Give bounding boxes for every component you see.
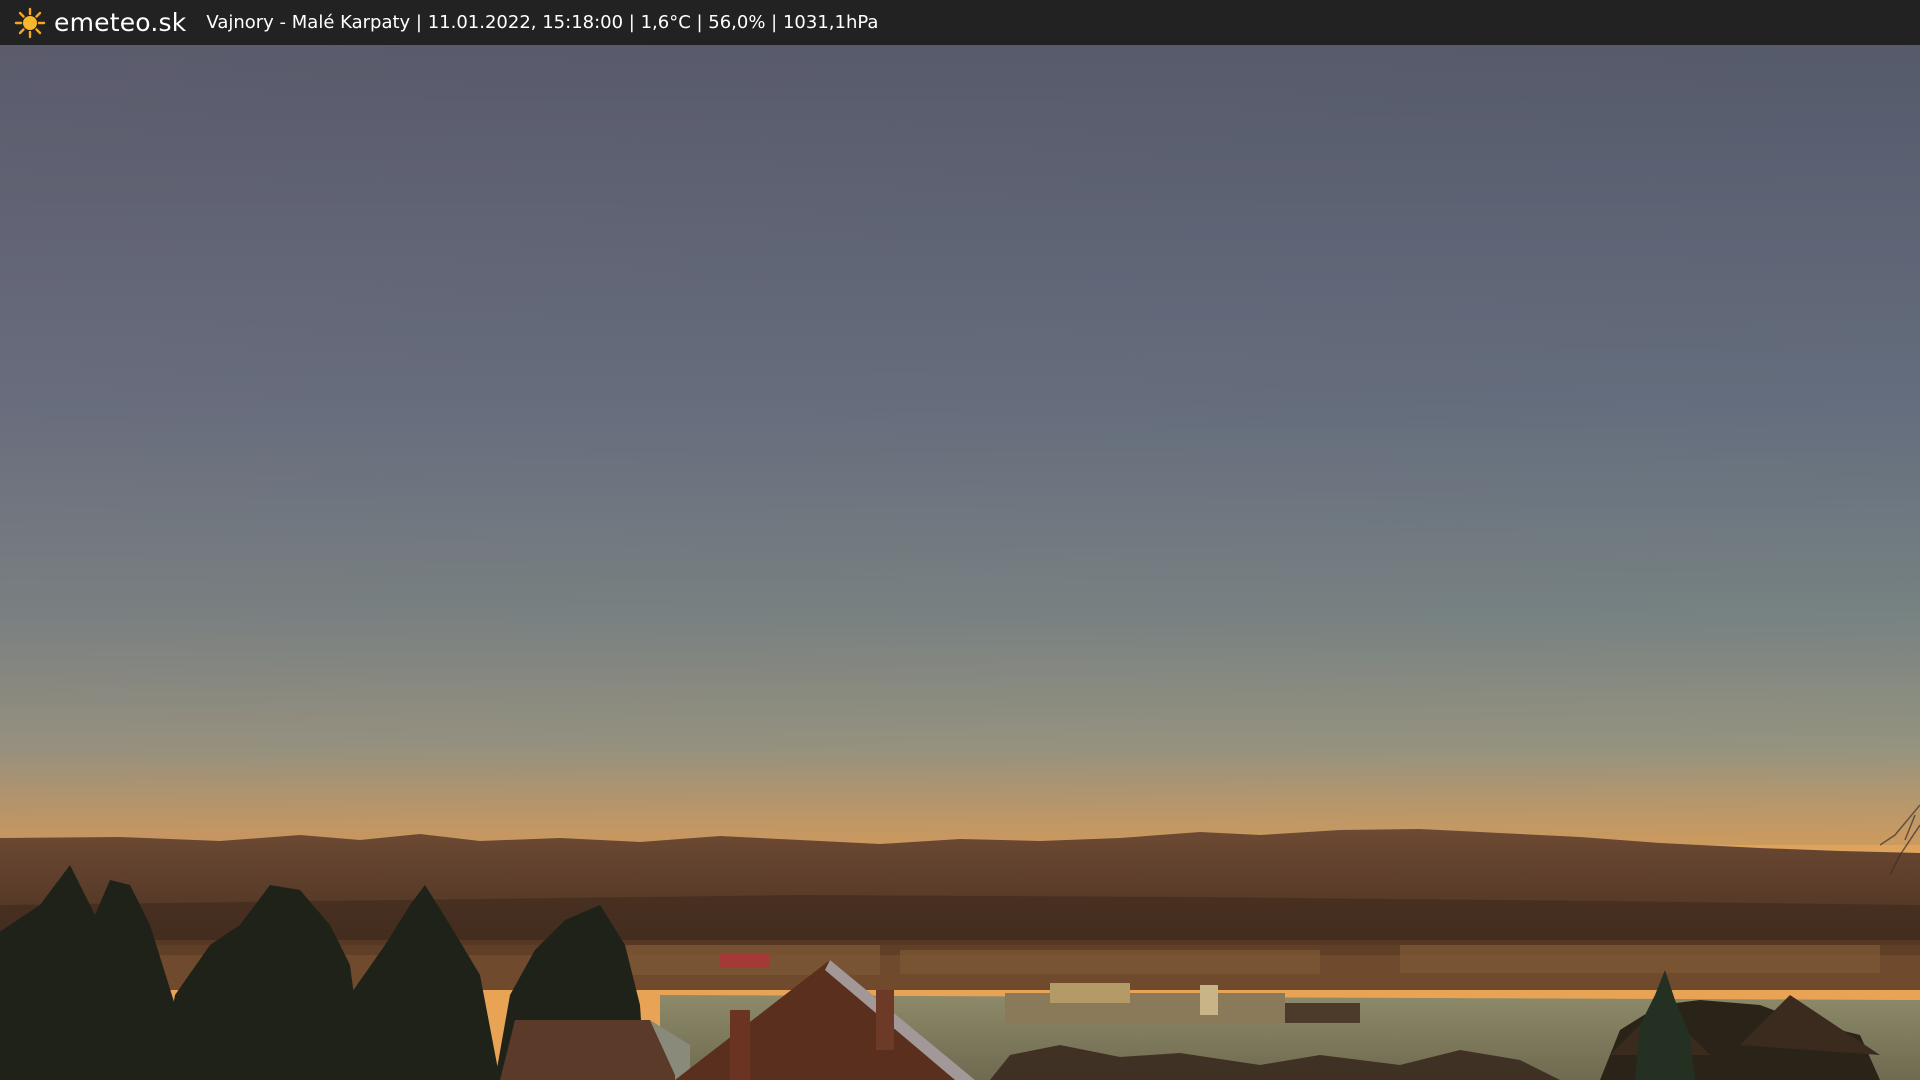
site-logo[interactable]: emeteo.sk [14, 7, 186, 39]
top-bar: emeteo.sk Vajnory - Malé Karpaty | 11.01… [0, 0, 1920, 45]
sun-icon [14, 7, 46, 38]
webcam-image [0, 45, 1920, 1080]
brand-name: emeteo.sk [54, 8, 187, 37]
webcam-caption: Vajnory - Malé Karpaty | 11.01.2022, 15:… [206, 12, 879, 33]
